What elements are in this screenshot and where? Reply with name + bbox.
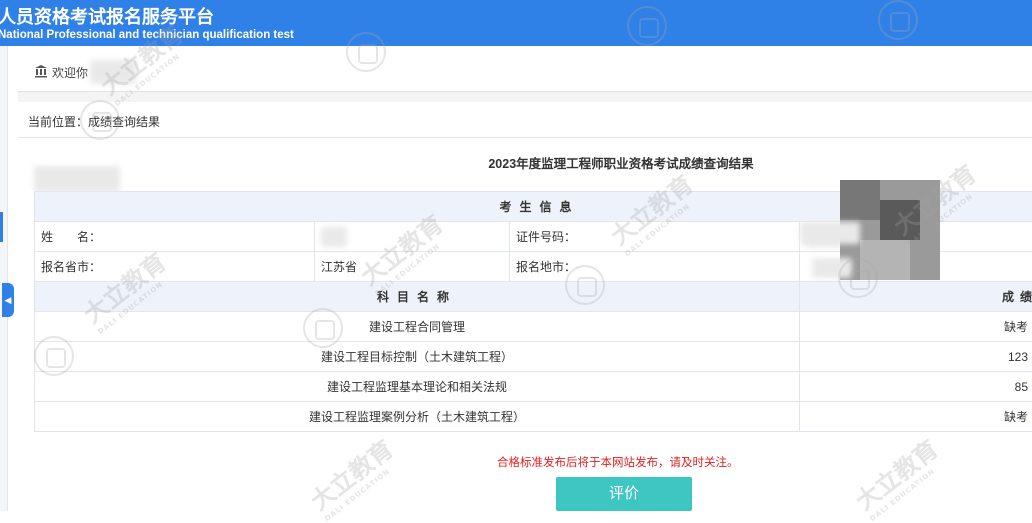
breadcrumb: 当前位置：成绩查询结果 xyxy=(18,102,1032,138)
redacted-block xyxy=(800,222,860,244)
table-row: 建设工程目标控制（土木建筑工程） 123 xyxy=(35,342,1032,372)
left-sidebar-strip xyxy=(0,46,8,511)
welcome-bar: 欢迎你 xyxy=(18,52,1032,92)
watermark: 大立教育DALI EDUCATION xyxy=(302,430,404,523)
result-title: 2023年度监理工程师职业资格考试成绩查询结果 xyxy=(0,153,1032,172)
table-row: 建设工程监理案例分析（土木建筑工程） 缺考 xyxy=(35,402,1032,432)
table-row: 建设工程合同管理 缺考 xyxy=(35,312,1032,342)
table-header-row: 科目名称 成绩 xyxy=(35,282,1032,312)
breadcrumb-text: 当前位置：成绩查询结果 xyxy=(28,113,160,130)
subject-score: 缺考 xyxy=(800,402,1032,432)
subject-name: 建设工程合同管理 xyxy=(35,312,800,342)
evaluate-button[interactable]: 评价 xyxy=(556,477,692,511)
sidebar-collapse-button[interactable]: ◀ xyxy=(2,283,14,317)
province-value: 江苏省 xyxy=(315,252,510,282)
id-label: 证件号码： xyxy=(510,222,800,252)
subject-name: 建设工程监理基本理论和相关法规 xyxy=(35,372,800,402)
username-redacted xyxy=(90,60,136,84)
redacted-block xyxy=(812,258,852,278)
subject-score: 123 xyxy=(800,342,1032,372)
score-column-header: 成绩 xyxy=(800,282,1032,312)
table-row: 建设工程监理基本理论和相关法规 85 xyxy=(35,372,1032,402)
site-label: 报名地市： xyxy=(510,252,800,282)
subject-name: 建设工程监理案例分析（土木建筑工程） xyxy=(35,402,800,432)
app-header: 人员资格考试报名服务平台 National Professional and t… xyxy=(0,0,1032,46)
bank-icon xyxy=(34,64,48,78)
platform-title: 人员资格考试报名服务平台 xyxy=(0,3,214,29)
subject-column-header: 科目名称 xyxy=(35,282,800,312)
subject-score: 缺考 xyxy=(800,312,1032,342)
chevron-left-icon: ◀ xyxy=(5,295,12,305)
subject-score: 85 xyxy=(800,372,1032,402)
watermark: 大立教育DALI EDUCATION xyxy=(847,430,949,523)
left-active-indicator xyxy=(0,212,3,242)
notice-text: 合格标准发布后将于本网站发布，请及时关注。 xyxy=(497,454,739,470)
section-divider xyxy=(18,92,1032,102)
name-value xyxy=(315,222,510,252)
platform-subtitle: National Professional and technician qua… xyxy=(0,29,294,41)
province-label: 报名省市： xyxy=(35,252,315,282)
subject-name: 建设工程目标控制（土木建筑工程） xyxy=(35,342,800,372)
welcome-text: 欢迎你 xyxy=(52,64,88,81)
name-label: 姓 名： xyxy=(35,222,315,252)
